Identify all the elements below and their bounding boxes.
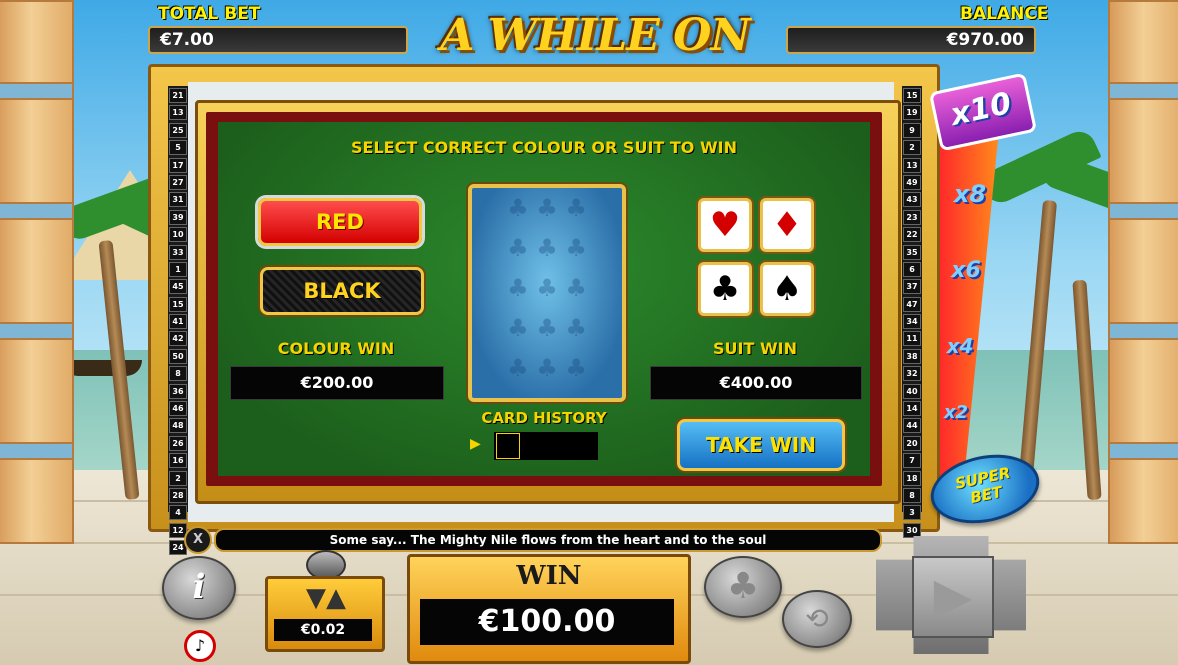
spades-button[interactable]: ♠: [760, 262, 814, 316]
right-payline-number: 40: [903, 383, 921, 399]
left-payline-number: 2: [169, 470, 187, 486]
gamble-button[interactable]: ♣: [704, 556, 782, 618]
balance-label: BALANCE: [960, 4, 1049, 24]
take-win-button[interactable]: TAKE WIN: [677, 419, 845, 471]
right-payline-number: 18: [903, 470, 921, 486]
black-button[interactable]: BLACK: [260, 267, 424, 315]
left-payline-number: 45: [169, 279, 187, 295]
autoplay-icon[interactable]: ⟲: [782, 590, 852, 648]
right-payline-number: 20: [903, 435, 921, 451]
right-payline-number: 49: [903, 174, 921, 190]
right-payline-number: 7: [903, 453, 921, 469]
red-button[interactable]: RED: [258, 198, 422, 246]
left-payline-number: 1: [169, 261, 187, 277]
multiplier-x2: x2: [943, 402, 969, 423]
total-bet-value: €7.00: [148, 26, 408, 54]
message-ticker: Some say... The Mighty Nile flows from t…: [214, 528, 882, 552]
right-payline-number: 44: [903, 418, 921, 434]
left-payline-number: 48: [169, 418, 187, 434]
play-icon: ▶: [912, 556, 994, 638]
boat: [62, 360, 142, 376]
left-payline-number: 8: [169, 366, 187, 382]
right-payline-number: 19: [903, 105, 921, 121]
multiplier-x4: x4: [946, 334, 974, 358]
right-payline-number: 34: [903, 314, 921, 330]
coin-value: €0.02: [274, 619, 372, 641]
suit-win-value: €400.00: [650, 366, 862, 400]
left-payline-number: 31: [169, 192, 187, 208]
payline-indicators-right: 15 19 9 2 13 49 43 23 22 35 6 37 47 34 11 38 32 40 14 44 20 7…: [902, 86, 922, 538]
clubs-button[interactable]: ♣: [698, 262, 752, 316]
left-payline-number: 25: [169, 122, 187, 138]
right-payline-number: 37: [903, 279, 921, 295]
right-payline-number: 13: [903, 157, 921, 173]
coin-arrows-icon[interactable]: ▼▲: [296, 585, 356, 611]
left-payline-number: 16: [169, 453, 187, 469]
payline-indicators-left: 21 13 25 5 17 27 31 39 10 33 1 45 15 41 42 50 8 36 46 48 26 1…: [168, 86, 188, 556]
left-payline-number: 5: [169, 140, 187, 156]
multiplier-x6: x6: [951, 258, 981, 283]
right-payline-number: 15: [903, 88, 921, 103]
colour-win-label: COLOUR WIN: [277, 339, 395, 358]
close-icon[interactable]: X: [184, 526, 212, 554]
coin-value-selector: ▼▲ €0.02: [265, 576, 385, 652]
total-bet-label: TOTAL BET: [158, 4, 261, 24]
card-history-strip: [494, 432, 598, 460]
left-payline-number: 4: [169, 505, 187, 521]
left-payline-number: 15: [169, 296, 187, 312]
gamble-card-back: ♣ ♣ ♣ ♣ ♣ ♣ ♣ ♣ ♣ ♣ ♣ ♣ ♣ ♣ ♣: [468, 184, 626, 402]
card-history-arrow-icon: ▶: [470, 436, 481, 452]
right-payline-number: 9: [903, 122, 921, 138]
diamonds-button[interactable]: ♦: [760, 198, 814, 252]
right-payline-number: 22: [903, 227, 921, 243]
left-payline-number: 36: [169, 383, 187, 399]
left-payline-number: 17: [169, 157, 187, 173]
right-payline-number: 3: [903, 505, 921, 521]
right-payline-number: 32: [903, 366, 921, 382]
right-payline-number: 11: [903, 331, 921, 347]
card-history-slot: [496, 433, 520, 459]
right-payline-number: 6: [903, 261, 921, 277]
right-payline-number: 2: [903, 140, 921, 156]
left-pillar: [0, 0, 74, 544]
right-payline-number: 47: [903, 296, 921, 312]
hearts-button[interactable]: ♥: [698, 198, 752, 252]
left-payline-number: 10: [169, 227, 187, 243]
right-payline-number: 14: [903, 401, 921, 417]
left-payline-number: 28: [169, 487, 187, 503]
right-payline-number: 38: [903, 348, 921, 364]
left-payline-number: 46: [169, 401, 187, 417]
suit-win-label: SUIT WIN: [713, 339, 797, 358]
card-history-label: CARD HISTORY: [481, 409, 607, 427]
right-payline-number: 43: [903, 192, 921, 208]
left-payline-number: 27: [169, 174, 187, 190]
left-payline-number: 42: [169, 331, 187, 347]
left-payline-number: 26: [169, 435, 187, 451]
left-payline-number: 50: [169, 348, 187, 364]
info-icon[interactable]: i: [162, 556, 236, 620]
multiplier-x8: x8: [953, 180, 987, 208]
left-payline-number: 21: [169, 88, 187, 103]
right-payline-number: 35: [903, 244, 921, 260]
win-label: WIN: [516, 561, 582, 591]
spin-button[interactable]: ▶: [876, 536, 1026, 654]
right-payline-number: 23: [903, 209, 921, 225]
mute-icon[interactable]: ♪: [184, 630, 216, 662]
colour-win-value: €200.00: [230, 366, 444, 400]
left-payline-number: 39: [169, 209, 187, 225]
win-display: WIN €100.00: [407, 554, 691, 664]
gamble-title: SELECT CORRECT COLOUR OR SUIT TO WIN: [351, 138, 737, 157]
left-payline-number: 41: [169, 314, 187, 330]
win-value: €100.00: [420, 599, 674, 645]
right-pillar: [1108, 0, 1178, 544]
right-payline-number: 8: [903, 487, 921, 503]
left-payline-number: 33: [169, 244, 187, 260]
balance-value: €970.00: [786, 26, 1036, 54]
left-payline-number: 13: [169, 105, 187, 121]
card-pattern: ♣ ♣ ♣ ♣ ♣ ♣ ♣ ♣ ♣ ♣ ♣ ♣ ♣ ♣ ♣: [507, 194, 587, 382]
